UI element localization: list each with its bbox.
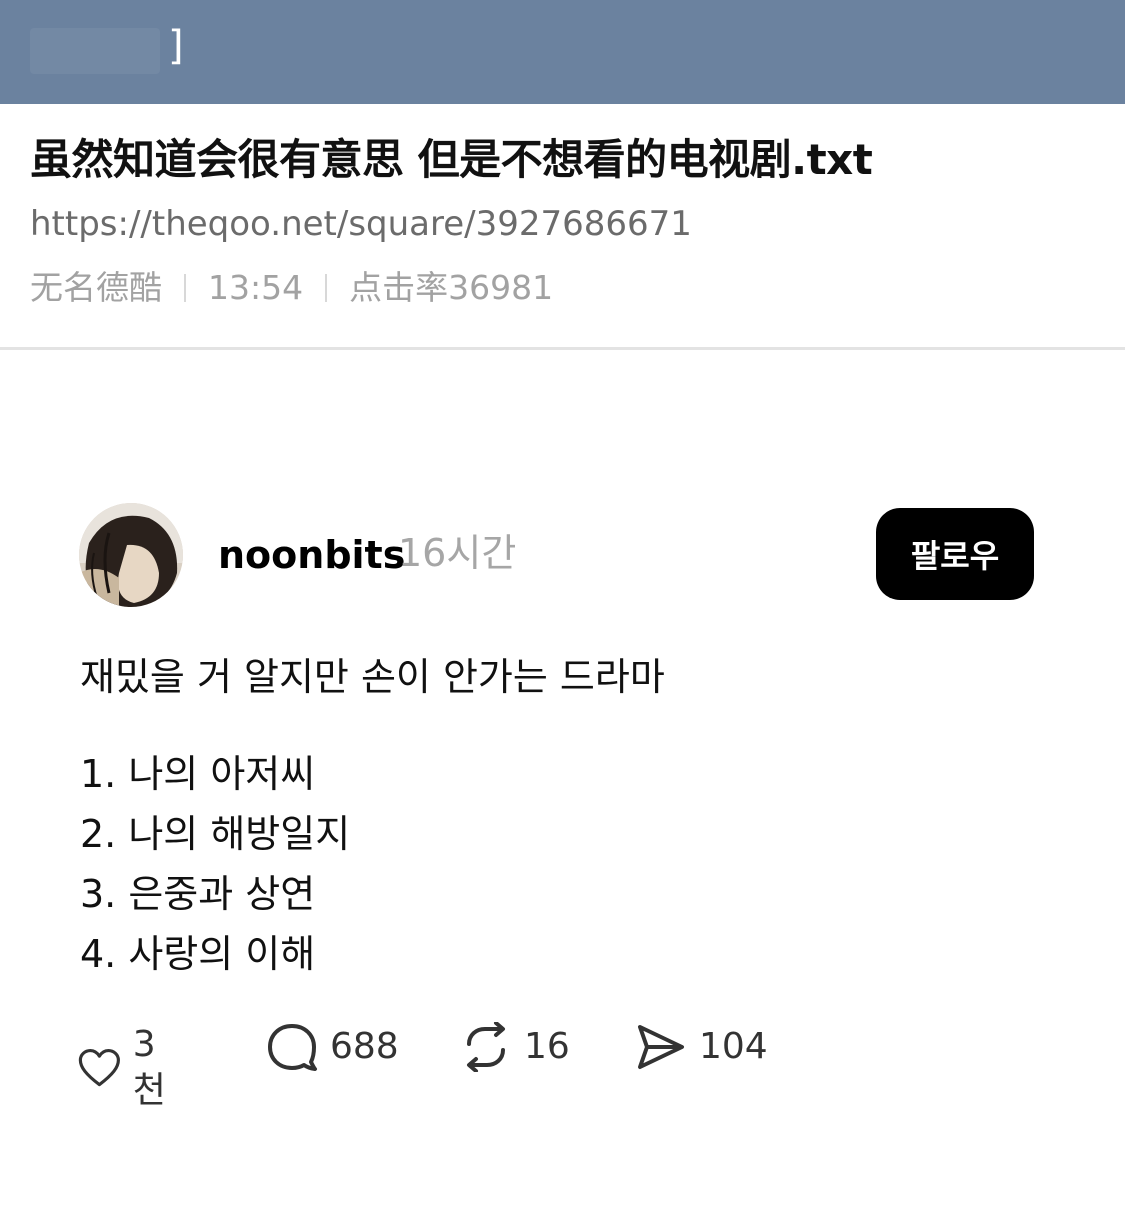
list-item: 4. 사랑의 이해 xyxy=(80,932,316,976)
post-author: 无名德酷 xyxy=(30,268,162,307)
repost-count: 16 xyxy=(524,1026,570,1067)
meta-divider xyxy=(184,274,186,302)
post-url-link[interactable]: https://theqoo.net/square/3927686671 xyxy=(30,202,692,246)
topbar-bracket: ] xyxy=(168,23,184,69)
like-button[interactable]: 3천 xyxy=(78,1022,177,1114)
comment-button[interactable]: 688 xyxy=(266,1022,399,1072)
post-age: 16시간 xyxy=(398,531,517,575)
embedded-post: noonbits 16시간 팔로우 재밌을 거 알지만 손이 안가는 드라마 1… xyxy=(0,350,1125,1205)
post-title: 虽然知道会很有意思 但是不想看的电视剧.txt xyxy=(30,135,873,184)
post-header: 虽然知道会很有意思 但是不想看的电视剧.txt https://theqoo.n… xyxy=(0,104,1125,350)
list-item: 1. 나의 아저씨 xyxy=(80,752,316,796)
avatar-image xyxy=(79,503,183,607)
follow-button[interactable]: 팔로우 xyxy=(876,508,1034,600)
share-count: 104 xyxy=(699,1026,768,1067)
post-time: 13:54 xyxy=(208,268,304,307)
like-count: 3천 xyxy=(132,1024,166,1111)
top-bar: ] xyxy=(0,0,1125,104)
list-item: 2. 나의 해방일지 xyxy=(80,812,351,856)
post-views: 点击率36981 xyxy=(349,268,554,307)
drama-list: 1. 나의 아저씨 2. 나의 해방일지 3. 은중과 상연 4. 사랑의 이해 xyxy=(80,744,350,984)
comment-icon xyxy=(268,1024,317,1071)
post-body-text: 재밌을 거 알지만 손이 안가는 드라마 xyxy=(80,655,665,699)
site-logo[interactable] xyxy=(30,28,160,74)
share-icon xyxy=(638,1025,684,1069)
meta-divider xyxy=(325,274,328,302)
list-item: 3. 은중과 상연 xyxy=(80,872,316,916)
share-button[interactable]: 104 xyxy=(635,1022,768,1072)
repost-icon xyxy=(467,1022,505,1072)
post-meta: 无名德酷 13:54 点击率36981 xyxy=(30,266,553,310)
username[interactable]: noonbits xyxy=(218,532,405,578)
avatar[interactable] xyxy=(79,503,183,607)
heart-icon xyxy=(78,1048,120,1087)
comment-count: 688 xyxy=(330,1026,399,1067)
repost-button[interactable]: 16 xyxy=(460,1022,570,1072)
